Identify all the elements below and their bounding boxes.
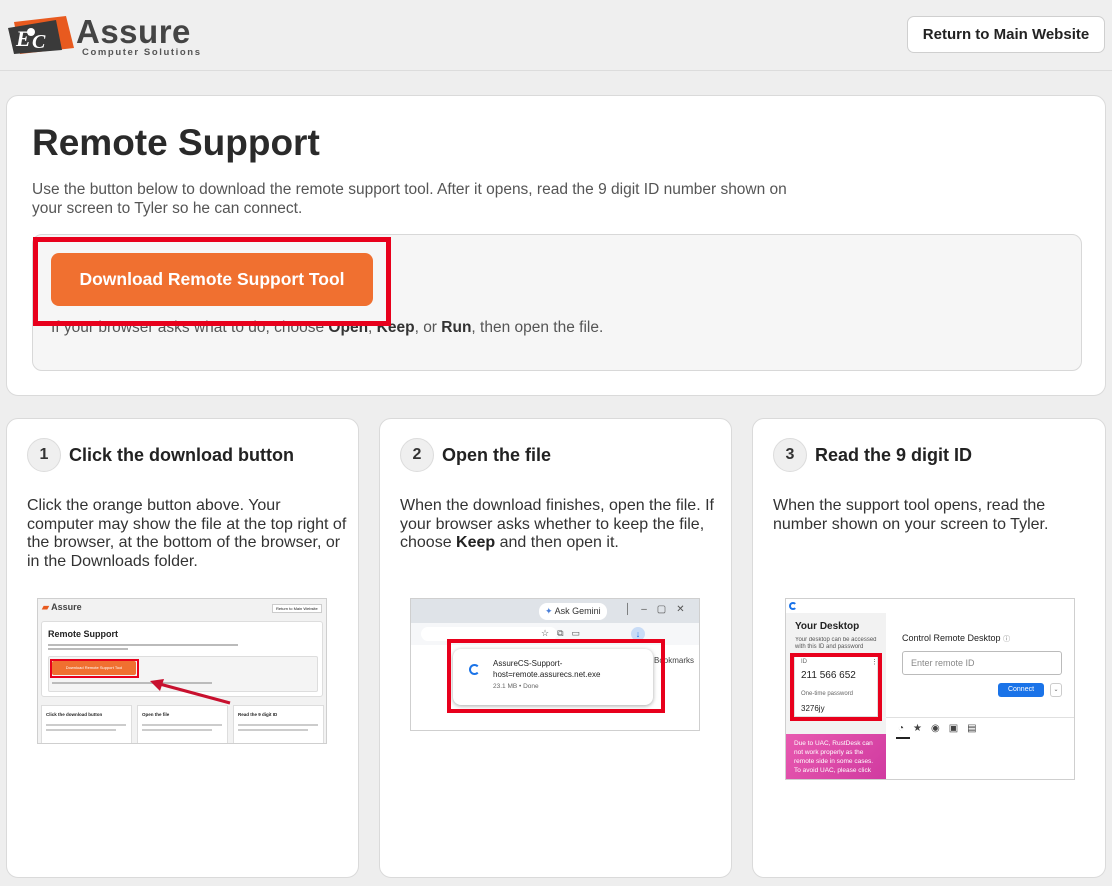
return-to-main-website-button[interactable]: Return to Main Website xyxy=(907,16,1105,53)
remote-support-card: Remote Support Use the button below to d… xyxy=(6,95,1106,396)
mini-remote-id-input: Enter remote ID xyxy=(902,651,1062,675)
mini-step-line xyxy=(46,724,126,726)
mini-dropdown-icon: ⌄ xyxy=(1050,683,1062,697)
mini-step-line xyxy=(142,729,212,731)
mini-step-title: Open the file xyxy=(142,712,170,717)
help-icon: ⓘ xyxy=(1003,636,1011,643)
step-title: Read the 9 digit ID xyxy=(815,445,973,465)
mini-toolbar-icons: ☆⧉▭ xyxy=(541,628,588,638)
mini-divider xyxy=(886,717,1074,718)
step-text: Click the orange button above. Your comp… xyxy=(27,497,347,570)
mini-window-controls: │–▢✕ xyxy=(625,604,695,615)
mini-step-line xyxy=(142,724,222,726)
download-highlight-box xyxy=(33,237,391,326)
mini-desktop-desc: Your desktop can be accessed with this I… xyxy=(795,637,877,650)
step-number: 1 xyxy=(27,438,61,472)
step3-screenshot: Your Desktop Your desktop can be accesse… xyxy=(785,598,1075,780)
mini-highlight-box xyxy=(790,653,882,721)
mini-step-line xyxy=(238,729,308,731)
mini-step-line xyxy=(238,724,318,726)
sparkle-icon: ✦ xyxy=(545,606,553,616)
logo-subtext: Computer Solutions xyxy=(82,47,202,58)
mini-tab-icons: ◔★◉▣▤ xyxy=(898,723,986,734)
site-logo[interactable]: E C Assure Computer Solutions xyxy=(6,12,206,60)
assure-logo-icon: E C xyxy=(8,16,74,54)
step-number: 2 xyxy=(400,438,434,472)
mini-connect-button: Connect xyxy=(998,683,1044,697)
site-header: E C Assure Computer Solutions Return to … xyxy=(0,0,1112,71)
mini-step-title: Click the download button xyxy=(46,712,103,717)
mini-left-pane: Your Desktop Your desktop can be accesse… xyxy=(786,613,886,779)
page-description: Use the button below to download the rem… xyxy=(32,181,787,217)
mini-tab-underline xyxy=(896,737,910,739)
step-card-2: 2 Open the file When the download finish… xyxy=(379,418,732,878)
step1-screenshot: ▰ Assure Return to Main Website Remote S… xyxy=(37,598,327,744)
step-title: Click the download button xyxy=(69,445,294,465)
step-card-1: 1 Click the download button Click the or… xyxy=(6,418,359,878)
step-card-3: 3 Read the 9 digit ID When the support t… xyxy=(752,418,1106,878)
mini-step-title: Read the 9 digit ID xyxy=(238,712,278,717)
step-text: When the support tool opens, read the nu… xyxy=(773,497,1049,533)
mini-gemini-tab: ✦ Ask Gemini xyxy=(539,603,607,620)
mini-uac-banner: Due to UAC, RustDesk can not work proper… xyxy=(786,734,886,779)
mini-step-card: Read the 9 digit ID xyxy=(233,705,324,743)
page-title: Remote Support xyxy=(32,122,320,163)
step2-screenshot: ✦ Ask Gemini │–▢✕ ☆⧉▭ ↓ Bookmarks Assure… xyxy=(410,598,700,731)
step-text: When the download finishes, open the fil… xyxy=(400,497,714,551)
step-title: Open the file xyxy=(442,445,552,465)
mini-uac-text: Due to UAC, RustDesk can not work proper… xyxy=(794,740,874,774)
mini-control-title: Control Remote Desktop ⓘ xyxy=(902,633,1011,643)
step-number: 3 xyxy=(773,438,807,472)
mini-step-card: Click the download button xyxy=(41,705,132,743)
mini-highlight-box xyxy=(447,639,665,713)
mini-your-desktop: Your Desktop xyxy=(795,621,860,632)
mini-step-card: Open the file xyxy=(137,705,228,743)
rustdesk-icon xyxy=(789,602,797,610)
logo-text: Assure xyxy=(76,13,191,50)
mini-step-line xyxy=(46,729,116,731)
